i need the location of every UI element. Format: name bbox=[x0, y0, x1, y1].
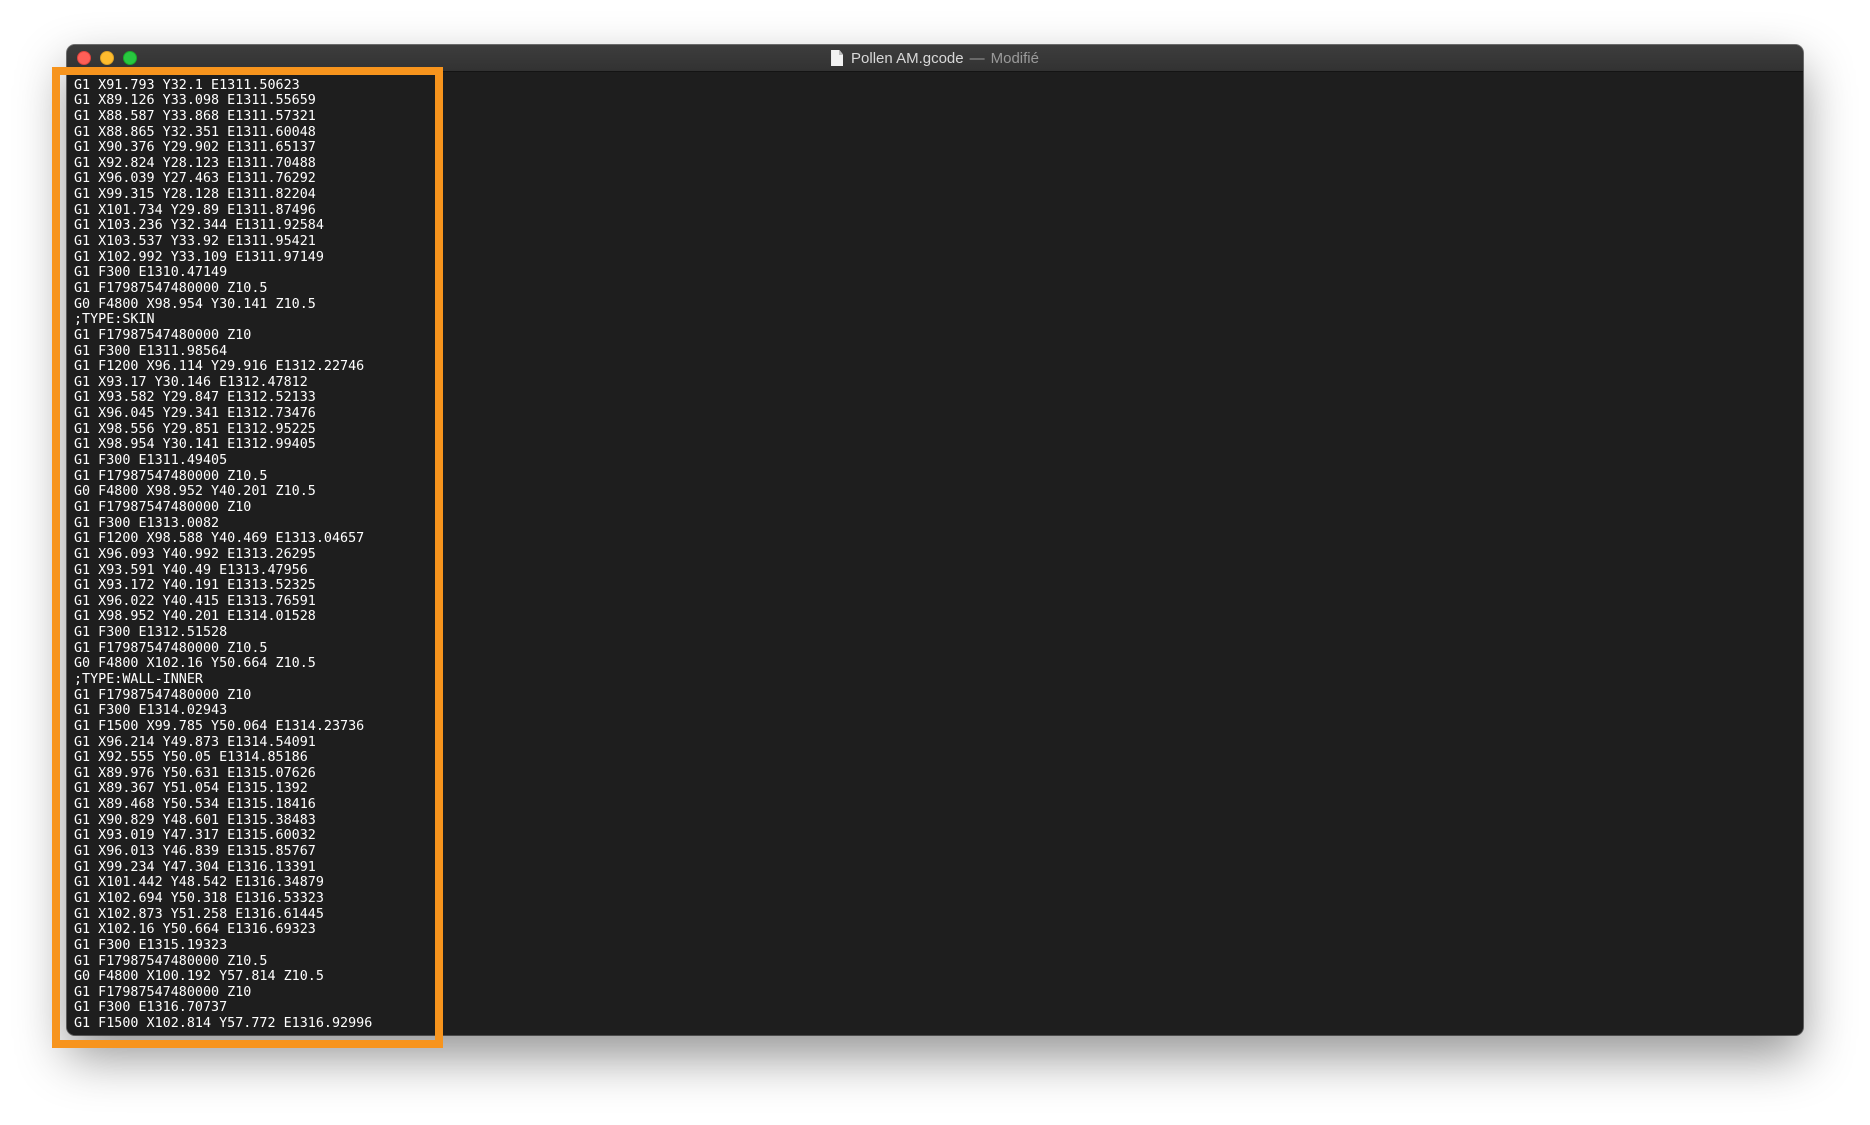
code-line[interactable]: G1 X93.17 Y30.146 E1312.47812 bbox=[74, 375, 372, 391]
code-line[interactable]: G1 X103.236 Y32.344 E1311.92584 bbox=[74, 218, 372, 234]
editor-window: Pollen AM.gcode — Modifié G1 X90.114 Y31… bbox=[67, 45, 1803, 1035]
document-status: Modifié bbox=[990, 49, 1039, 67]
code-line[interactable]: G1 F17987547480000 Z10 bbox=[74, 688, 372, 704]
code-line[interactable]: G1 X93.019 Y47.317 E1315.60032 bbox=[74, 828, 372, 844]
code-line[interactable]: G1 X96.013 Y46.839 E1315.85767 bbox=[74, 844, 372, 860]
title-separator: — bbox=[969, 49, 985, 67]
code-line[interactable]: G1 X90.376 Y29.902 E1311.65137 bbox=[74, 140, 372, 156]
code-line[interactable]: G1 F1200 X96.114 Y29.916 E1312.22746 bbox=[74, 359, 372, 375]
code-line[interactable]: G1 X93.172 Y40.191 E1313.52325 bbox=[74, 578, 372, 594]
code-line[interactable]: G1 X98.556 Y29.851 E1312.95225 bbox=[74, 422, 372, 438]
code-line[interactable]: G1 X89.468 Y50.534 E1315.18416 bbox=[74, 797, 372, 813]
code-line[interactable]: G1 F300 E1315.19323 bbox=[74, 938, 372, 954]
code-line[interactable]: G0 F4800 X100.192 Y57.814 Z10.5 bbox=[74, 969, 372, 985]
code-line[interactable]: G1 X90.829 Y48.601 E1315.38483 bbox=[74, 813, 372, 829]
code-line[interactable]: G1 X96.093 Y40.992 E1313.26295 bbox=[74, 547, 372, 563]
code-line[interactable]: G1 X89.976 Y50.631 E1315.07626 bbox=[74, 766, 372, 782]
code-line[interactable]: G0 F4800 X98.954 Y30.141 Z10.5 bbox=[74, 297, 372, 313]
code-line[interactable]: G1 X88.865 Y32.351 E1311.60048 bbox=[74, 125, 372, 141]
code-line[interactable]: G1 X99.315 Y28.128 E1311.82204 bbox=[74, 187, 372, 203]
text-editor[interactable]: G1 X90.114 Y31.702 E1311.42938G1 X91.793… bbox=[67, 72, 1803, 1035]
code-line[interactable]: G1 X93.582 Y29.847 E1312.52133 bbox=[74, 390, 372, 406]
code-line[interactable]: G1 X89.367 Y51.054 E1315.1392 bbox=[74, 781, 372, 797]
code-line[interactable]: G1 F1200 X98.588 Y40.469 E1313.04657 bbox=[74, 531, 372, 547]
code-line[interactable]: G1 F17987547480000 Z10.5 bbox=[74, 469, 372, 485]
code-line[interactable]: G1 F17987547480000 Z10 bbox=[74, 500, 372, 516]
code-line[interactable]: G1 X92.824 Y28.123 E1311.70488 bbox=[74, 156, 372, 172]
code-line[interactable]: G1 F300 E1312.51528 bbox=[74, 625, 372, 641]
window-title: Pollen AM.gcode — Modifié bbox=[67, 45, 1803, 71]
code-line[interactable]: G1 X91.793 Y32.1 E1311.50623 bbox=[74, 78, 372, 94]
code-line[interactable]: G1 F17987547480000 Z10.5 bbox=[74, 641, 372, 657]
code-line[interactable]: G1 X96.022 Y40.415 E1313.76591 bbox=[74, 594, 372, 610]
code-line[interactable]: G1 X102.992 Y33.109 E1311.97149 bbox=[74, 250, 372, 266]
code-line[interactable]: G1 F1500 X102.814 Y57.772 E1316.92996 bbox=[74, 1016, 372, 1032]
code-line[interactable]: G1 F17987547480000 Z10 bbox=[74, 328, 372, 344]
code-line[interactable]: G1 X98.954 Y30.141 E1312.99405 bbox=[74, 437, 372, 453]
code-line[interactable]: G1 F300 E1316.70737 bbox=[74, 1000, 372, 1016]
gcode-text[interactable]: G1 X90.114 Y31.702 E1311.42938G1 X91.793… bbox=[74, 72, 372, 1032]
code-line[interactable]: G0 F4800 X98.952 Y40.201 Z10.5 bbox=[74, 484, 372, 500]
document-icon[interactable] bbox=[831, 50, 844, 66]
code-line[interactable]: G1 X89.126 Y33.098 E1311.55659 bbox=[74, 93, 372, 109]
code-line[interactable]: G0 F4800 X102.16 Y50.664 Z10.5 bbox=[74, 656, 372, 672]
code-line[interactable]: ;TYPE:WALL-INNER bbox=[74, 672, 372, 688]
code-line[interactable]: G1 X93.591 Y40.49 E1313.47956 bbox=[74, 563, 372, 579]
code-line[interactable]: G1 F300 E1311.98564 bbox=[74, 344, 372, 360]
document-name: Pollen AM.gcode bbox=[851, 49, 964, 67]
code-line[interactable]: G1 X101.442 Y48.542 E1316.34879 bbox=[74, 875, 372, 891]
code-line[interactable]: G1 X98.952 Y40.201 E1314.01528 bbox=[74, 609, 372, 625]
code-line[interactable]: G1 F300 E1310.47149 bbox=[74, 265, 372, 281]
code-line[interactable]: G1 X102.873 Y51.258 E1316.61445 bbox=[74, 907, 372, 923]
code-line[interactable]: G1 X102.694 Y50.318 E1316.53323 bbox=[74, 891, 372, 907]
code-line[interactable]: G1 X103.537 Y33.92 E1311.95421 bbox=[74, 234, 372, 250]
code-line[interactable]: ;TYPE:SKIN bbox=[74, 312, 372, 328]
code-line[interactable]: G1 F17987547480000 Z10 bbox=[74, 985, 372, 1001]
code-line[interactable]: G1 X92.555 Y50.05 E1314.85186 bbox=[74, 750, 372, 766]
code-line[interactable]: G1 X88.587 Y33.868 E1311.57321 bbox=[74, 109, 372, 125]
code-line[interactable]: G1 X96.045 Y29.341 E1312.73476 bbox=[74, 406, 372, 422]
code-line[interactable]: G1 F17987547480000 Z10.5 bbox=[74, 281, 372, 297]
code-line[interactable]: G1 X102.16 Y50.664 E1316.69323 bbox=[74, 922, 372, 938]
code-line[interactable]: G1 F1500 X99.785 Y50.064 E1314.23736 bbox=[74, 719, 372, 735]
title-bar[interactable]: Pollen AM.gcode — Modifié bbox=[67, 45, 1803, 72]
code-line[interactable]: G1 F300 E1311.49405 bbox=[74, 453, 372, 469]
code-line[interactable]: G1 F17987547480000 Z10.5 bbox=[74, 954, 372, 970]
code-line[interactable]: G1 X96.039 Y27.463 E1311.76292 bbox=[74, 171, 372, 187]
code-line[interactable]: G1 X96.214 Y49.873 E1314.54091 bbox=[74, 735, 372, 751]
code-line[interactable]: G1 F300 E1313.0082 bbox=[74, 516, 372, 532]
code-line[interactable]: G1 X99.234 Y47.304 E1316.13391 bbox=[74, 860, 372, 876]
code-line[interactable]: G1 X101.734 Y29.89 E1311.87496 bbox=[74, 203, 372, 219]
code-line[interactable]: G1 F300 E1314.02943 bbox=[74, 703, 372, 719]
